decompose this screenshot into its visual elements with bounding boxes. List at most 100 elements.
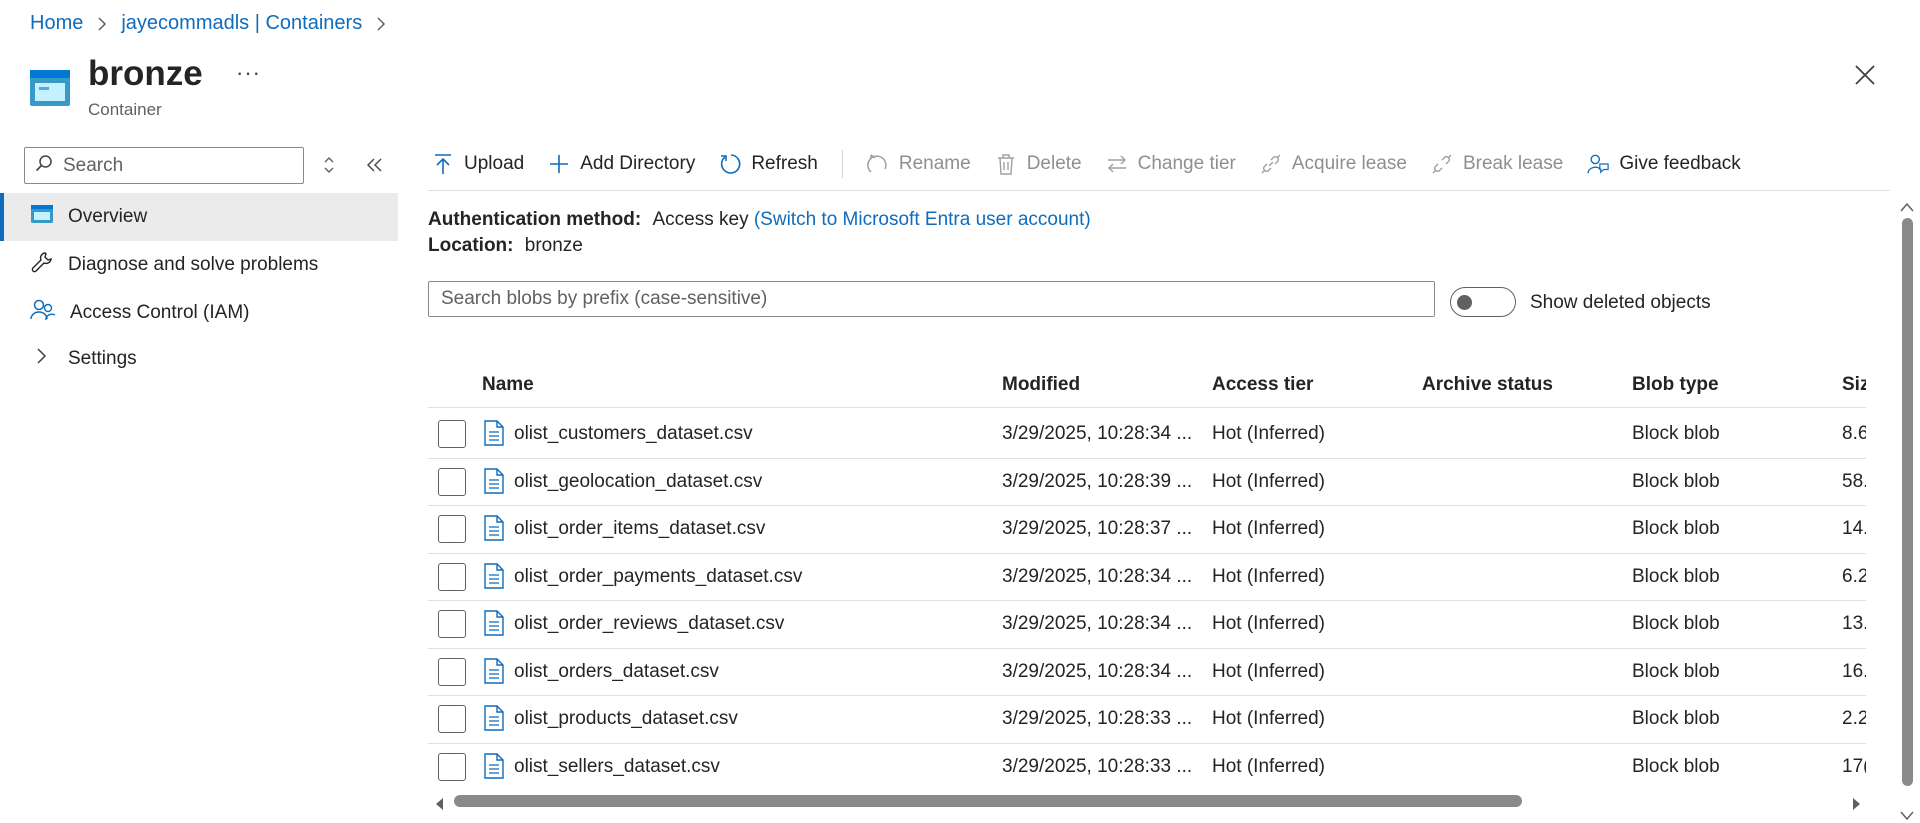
blob-name-link[interactable]: olist_order_items_dataset.csv — [514, 518, 765, 540]
blob-name-link[interactable]: olist_products_dataset.csv — [514, 708, 738, 730]
break-lease-button[interactable]: Break lease — [1431, 153, 1563, 175]
modified-cell: 3/29/2025, 10:28:37 ... — [1002, 518, 1193, 539]
column-header-name[interactable]: Name — [482, 374, 534, 396]
scroll-up-arrow[interactable] — [1900, 197, 1914, 219]
access-tier-cell: Hot (Inferred) — [1212, 565, 1325, 587]
sort-updown-icon[interactable] — [320, 154, 338, 176]
breadcrumb-containers-link[interactable]: jayecommadls | Containers — [121, 12, 362, 35]
scroll-down-arrow[interactable] — [1900, 806, 1914, 823]
column-header-blob-type[interactable]: Blob type — [1632, 374, 1719, 396]
sidebar-search-input[interactable] — [63, 154, 283, 177]
location-label: Location: — [428, 235, 514, 256]
column-header-size[interactable]: Siz — [1842, 374, 1866, 396]
trash-icon — [997, 154, 1014, 175]
table-header: Name Modified Access tier Archive status… — [428, 362, 1866, 408]
switch-auth-link[interactable]: (Switch to Microsoft Entra user account) — [754, 209, 1091, 230]
give-feedback-button[interactable]: Give feedback — [1587, 153, 1741, 175]
rename-icon — [866, 154, 887, 173]
add-directory-button[interactable]: Add Directory — [548, 153, 695, 175]
blob-name-link[interactable]: olist_customers_dataset.csv — [514, 423, 753, 445]
feedback-person-icon — [1587, 154, 1609, 174]
page-subtitle: Container — [88, 100, 162, 119]
blob-type-cell: Block blob — [1632, 423, 1720, 444]
refresh-button[interactable]: Refresh — [719, 153, 818, 175]
change-tier-button[interactable]: Change tier — [1106, 153, 1236, 175]
blob-name-link[interactable]: olist_orders_dataset.csv — [514, 661, 719, 683]
auth-method-line: Authentication method: Access key (Switc… — [428, 209, 1091, 231]
sidebar-search[interactable] — [24, 147, 304, 184]
table-row[interactable]: olist_products_dataset.csv 3/29/2025, 10:… — [428, 696, 1866, 744]
rename-button[interactable]: Rename — [866, 153, 971, 175]
break-lease-label: Break lease — [1462, 153, 1564, 174]
people-icon — [30, 298, 56, 328]
file-icon — [483, 467, 505, 494]
table-row[interactable]: olist_customers_dataset.csv 3/29/2025, 10… — [428, 411, 1866, 459]
modified-cell: 3/29/2025, 10:28:33 ... — [1002, 755, 1193, 777]
file-icon — [483, 515, 505, 541]
row-checkbox[interactable] — [438, 657, 466, 686]
size-cell: 13. — [1842, 613, 1866, 634]
blob-type-cell: Block blob — [1632, 518, 1720, 539]
file-icon — [483, 752, 505, 779]
access-tier-cell: Hot (Inferred) — [1212, 518, 1325, 539]
give-feedback-label: Give feedback — [1619, 153, 1741, 174]
sidebar-item-access-control[interactable]: Access Control (IAM) — [0, 289, 398, 337]
vertical-scrollbar-thumb[interactable] — [1902, 218, 1913, 786]
collapse-sidebar-icon[interactable] — [364, 154, 386, 176]
size-cell: 8.6 — [1842, 423, 1866, 444]
row-checkbox[interactable] — [438, 467, 466, 496]
toggle-knob — [1457, 295, 1472, 310]
delete-label: Delete — [1026, 153, 1082, 174]
wrench-icon — [30, 250, 54, 280]
more-options-button[interactable]: ··· — [236, 60, 261, 86]
plus-icon — [550, 155, 569, 173]
change-tier-label: Change tier — [1137, 153, 1236, 174]
container-icon — [30, 203, 54, 231]
row-checkbox[interactable] — [438, 562, 466, 591]
table-row[interactable]: olist_order_reviews_dataset.csv 3/29/2025… — [428, 601, 1866, 649]
close-icon[interactable] — [1852, 62, 1878, 88]
search-icon — [35, 154, 53, 178]
show-deleted-toggle[interactable] — [1450, 287, 1516, 317]
sidebar-item-diagnose[interactable]: Diagnose and solve problems — [0, 241, 398, 289]
column-header-archive-status[interactable]: Archive status — [1422, 374, 1553, 396]
chevron-right-icon — [374, 16, 388, 31]
sidebar-item-label: Settings — [68, 348, 137, 369]
table-row[interactable]: olist_sellers_dataset.csv 3/29/2025, 10:2… — [428, 744, 1866, 791]
horizontal-scrollbar-thumb[interactable] — [454, 795, 1522, 807]
blob-name-link[interactable]: olist_order_payments_dataset.csv — [514, 566, 802, 588]
table-row[interactable]: olist_order_items_dataset.csv 3/29/2025, … — [428, 506, 1866, 554]
link-icon — [1261, 154, 1281, 174]
table-row[interactable]: olist_geolocation_dataset.csv 3/29/2025, … — [428, 459, 1866, 506]
blob-name-link[interactable]: olist_sellers_dataset.csv — [514, 756, 720, 778]
blob-search-input[interactable] — [441, 288, 1422, 310]
blob-name-link[interactable]: olist_order_reviews_dataset.csv — [514, 613, 784, 635]
file-icon — [483, 562, 505, 589]
row-checkbox[interactable] — [438, 515, 466, 543]
blob-search[interactable] — [428, 281, 1435, 317]
row-checkbox[interactable] — [438, 610, 466, 638]
row-checkbox[interactable] — [438, 420, 466, 448]
blob-type-cell: Block blob — [1632, 660, 1720, 682]
table-row[interactable]: olist_orders_dataset.csv 3/29/2025, 10:28… — [428, 649, 1866, 696]
modified-cell: 3/29/2025, 10:28:34 ... — [1002, 660, 1193, 682]
sidebar-item-settings[interactable]: Settings — [0, 335, 398, 383]
breadcrumb-home-link[interactable]: Home — [30, 12, 83, 35]
page-title: bronze — [88, 54, 203, 93]
location-value: bronze — [524, 235, 583, 256]
row-checkbox[interactable] — [438, 705, 466, 733]
upload-button[interactable]: Upload — [432, 153, 524, 175]
acquire-lease-button[interactable]: Acquire lease — [1260, 153, 1407, 175]
table-row[interactable]: olist_order_payments_dataset.csv 3/29/202… — [428, 554, 1866, 601]
row-checkbox[interactable] — [438, 752, 466, 781]
scroll-left-arrow[interactable] — [434, 795, 446, 817]
modified-cell: 3/29/2025, 10:28:33 ... — [1002, 708, 1193, 729]
blob-name-link[interactable]: olist_geolocation_dataset.csv — [514, 471, 762, 493]
column-header-access-tier[interactable]: Access tier — [1212, 374, 1313, 396]
column-header-modified[interactable]: Modified — [1002, 374, 1080, 396]
modified-cell: 3/29/2025, 10:28:34 ... — [1002, 423, 1193, 444]
sidebar-item-overview[interactable]: Overview — [0, 193, 398, 241]
delete-button[interactable]: Delete — [995, 153, 1082, 175]
acquire-lease-label: Acquire lease — [1291, 153, 1407, 174]
scroll-right-arrow[interactable] — [1850, 795, 1862, 817]
